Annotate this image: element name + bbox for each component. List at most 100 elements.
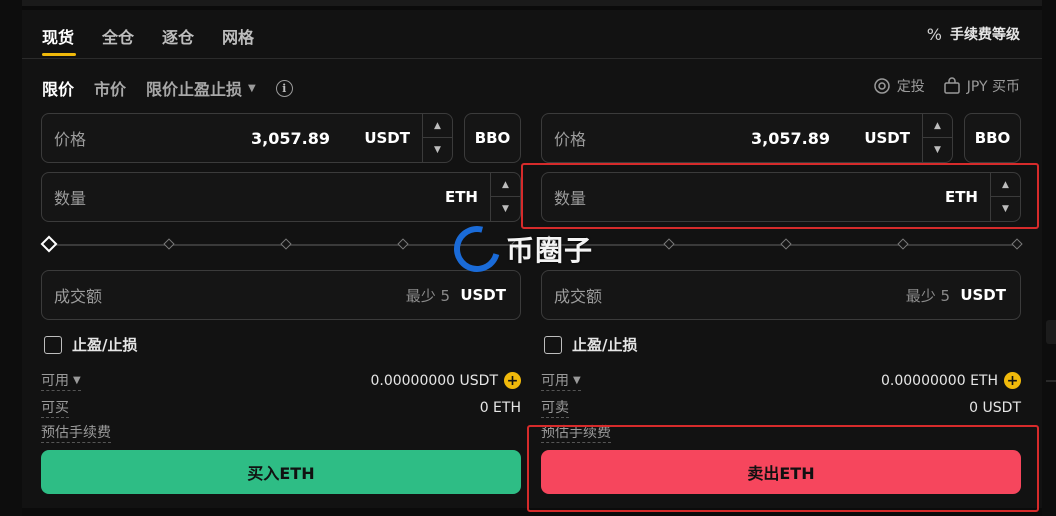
order-type-stop-limit-label: 限价止盈止损 xyxy=(146,80,243,99)
sell-amount-slider[interactable] xyxy=(540,235,1023,253)
buy-price-input[interactable]: 价格 3,057.89 USDT ▲ ▼ xyxy=(41,113,453,163)
sell-total-input[interactable]: 成交额 最少 5 USDT xyxy=(541,270,1021,320)
sell-button[interactable]: 卖出ETH xyxy=(541,450,1021,494)
buy-price-label: 价格 xyxy=(54,130,87,149)
buy-amount-unit: ETH xyxy=(444,188,478,206)
sell-price-label: 价格 xyxy=(554,130,587,149)
buy-available-value-wrap: 0.00000000 USDT + xyxy=(370,372,521,389)
buy-total-unit: USDT xyxy=(460,286,506,304)
checkbox[interactable] xyxy=(544,335,562,354)
buy-amount-input[interactable]: 数量 ETH ▲ ▼ xyxy=(41,172,521,222)
checkbox[interactable] xyxy=(44,335,62,354)
chevron-down-icon: ▼ xyxy=(248,82,256,94)
buy-price-value: 3,057.89 xyxy=(251,128,330,148)
buy-tpsl-toggle[interactable]: 止盈/止损 xyxy=(44,334,137,355)
sell-fee-label: 预估手续费 xyxy=(541,422,611,443)
sell-price-input[interactable]: 价格 3,057.89 USDT ▲ ▼ xyxy=(541,113,953,163)
dca-link[interactable]: 定投 xyxy=(873,76,925,96)
sell-fee-row: 预估手续费 xyxy=(541,422,1021,443)
sell-tpsl-toggle[interactable]: 止盈/止损 xyxy=(544,334,637,355)
plus-icon[interactable]: + xyxy=(1004,372,1021,389)
sell-max-label: 可卖 xyxy=(541,397,569,418)
buy-tpsl-label: 止盈/止损 xyxy=(72,336,138,354)
sell-available-value: 0.00000000 ETH xyxy=(881,372,998,389)
watermark: 币圈子 xyxy=(445,217,594,281)
decrement-button[interactable]: ▼ xyxy=(923,138,952,162)
right-actions: 定投 JPY 买币 xyxy=(873,76,1020,96)
available-text: 可用 xyxy=(41,373,69,389)
info-icon[interactable]: i xyxy=(275,79,293,97)
increment-button[interactable]: ▲ xyxy=(923,114,952,138)
sell-bbo-button[interactable]: BBO xyxy=(964,113,1021,163)
sell-amount-stepper: ▲ ▼ xyxy=(990,173,1020,221)
chevron-down-icon: ▼ xyxy=(73,374,81,386)
shopping-bag-icon xyxy=(943,77,960,94)
sell-available-value-wrap: 0.00000000 ETH + xyxy=(881,372,1021,389)
buy-max-value: 0 ETH xyxy=(479,399,521,416)
decrement-button[interactable]: ▼ xyxy=(423,138,452,162)
sell-amount-unit: ETH xyxy=(944,188,978,206)
buy-bbo-button[interactable]: BBO xyxy=(464,113,521,163)
order-type-limit[interactable]: 限价 xyxy=(42,76,74,100)
increment-button[interactable]: ▲ xyxy=(423,114,452,138)
tabs-divider xyxy=(22,58,1042,59)
trade-mode-tabs: 现货 全仓 逐仓 网格 xyxy=(42,24,254,56)
increment-button[interactable]: ▲ xyxy=(491,173,520,197)
order-type-stop-limit[interactable]: 限价止盈止损 ▼ xyxy=(146,76,256,100)
chevron-down-icon: ▼ xyxy=(573,374,581,386)
dca-label: 定投 xyxy=(896,79,925,95)
buy-available-row: 可用 ▼ 0.00000000 USDT + xyxy=(41,370,521,391)
fee-level-link[interactable]: % 手续费等级 xyxy=(927,24,1020,44)
side-divider xyxy=(1046,380,1056,382)
buy-fee-row: 预估手续费 xyxy=(41,422,521,443)
decrement-button[interactable]: ▼ xyxy=(491,197,520,221)
buy-total-label: 成交额 xyxy=(54,287,103,306)
buy-max-label: 可买 xyxy=(41,397,69,418)
order-type-market[interactable]: 市价 xyxy=(94,76,126,100)
buy-price-unit: USDT xyxy=(364,129,410,147)
sell-total-hint: 最少 5 xyxy=(905,286,950,305)
buy-total-hint: 最少 5 xyxy=(405,286,450,305)
sell-tpsl-label: 止盈/止损 xyxy=(572,336,638,354)
sell-price-unit: USDT xyxy=(864,129,910,147)
buy-total-input[interactable]: 成交额 最少 5 USDT xyxy=(41,270,521,320)
sell-available-row: 可用 ▼ 0.00000000 ETH + xyxy=(541,370,1021,391)
buy-price-stepper: ▲ ▼ xyxy=(422,114,452,162)
side-handle xyxy=(1046,320,1056,344)
dca-icon xyxy=(873,78,890,94)
right-edge xyxy=(1042,0,1056,516)
sell-amount-label: 数量 xyxy=(554,189,587,208)
sell-total-label: 成交额 xyxy=(554,287,603,306)
sell-total-unit: USDT xyxy=(960,286,1006,304)
buy-available-value: 0.00000000 USDT xyxy=(370,372,498,389)
sell-price-value: 3,057.89 xyxy=(751,128,830,148)
top-strip xyxy=(0,0,1056,6)
buy-available-label[interactable]: 可用 ▼ xyxy=(41,370,81,391)
order-type-selector: 限价 市价 限价止盈止损 ▼ i xyxy=(42,76,293,100)
sell-amount-input[interactable]: 数量 ETH ▲ ▼ xyxy=(541,172,1021,222)
buy-max-row: 可买 0 ETH xyxy=(41,397,521,418)
increment-button[interactable]: ▲ xyxy=(991,173,1020,197)
available-text: 可用 xyxy=(541,373,569,389)
sell-max-row: 可卖 0 USDT xyxy=(541,397,1021,418)
buy-amount-slider[interactable] xyxy=(40,235,523,253)
tab-isolated[interactable]: 逐仓 xyxy=(162,24,194,56)
percent-icon: % xyxy=(926,24,942,44)
buy-button[interactable]: 买入ETH xyxy=(41,450,521,494)
tab-spot[interactable]: 现货 xyxy=(42,24,77,56)
fee-level-label: 手续费等级 xyxy=(950,27,1020,43)
left-edge xyxy=(0,0,22,516)
sell-max-value: 0 USDT xyxy=(969,399,1021,416)
watermark-logo-icon xyxy=(445,217,509,281)
decrement-button[interactable]: ▼ xyxy=(991,197,1020,221)
watermark-text: 币圈子 xyxy=(506,234,594,267)
buy-crypto-label: JPY 买币 xyxy=(966,79,1020,95)
buy-fee-label: 预估手续费 xyxy=(41,422,111,443)
buy-amount-stepper: ▲ ▼ xyxy=(490,173,520,221)
sell-price-stepper: ▲ ▼ xyxy=(922,114,952,162)
buy-crypto-link[interactable]: JPY 买币 xyxy=(943,76,1020,96)
tab-grid[interactable]: 网格 xyxy=(222,24,254,56)
plus-icon[interactable]: + xyxy=(504,372,521,389)
tab-cross[interactable]: 全仓 xyxy=(102,24,134,56)
sell-available-label[interactable]: 可用 ▼ xyxy=(541,370,581,391)
